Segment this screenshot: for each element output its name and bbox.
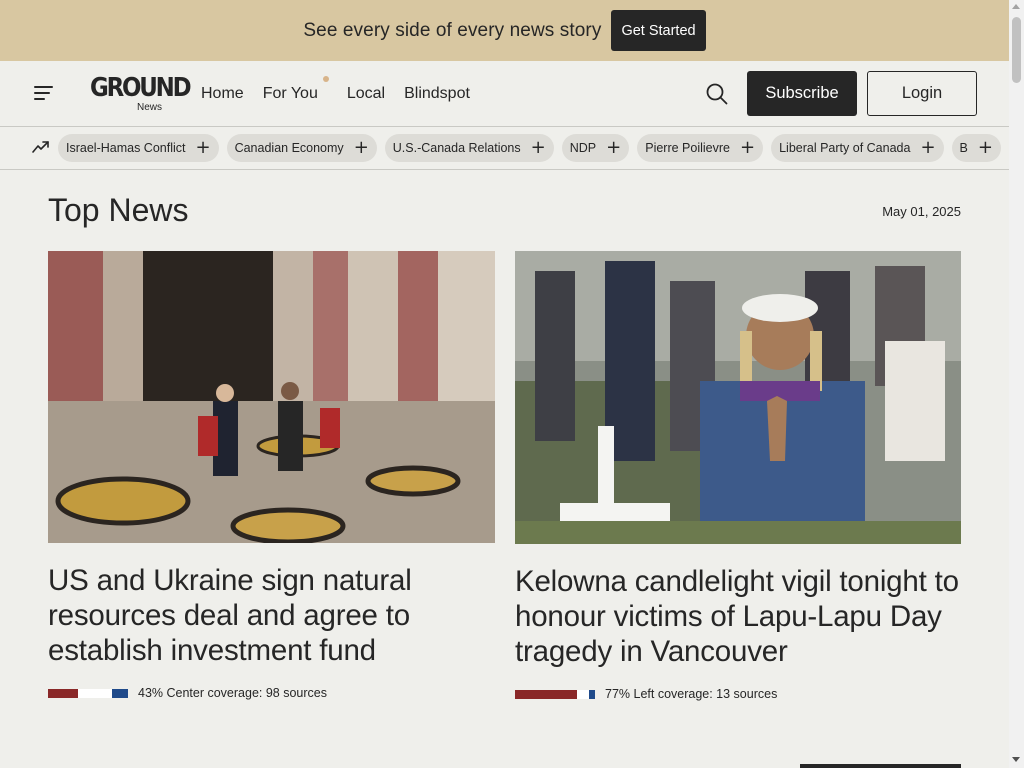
topic-label: NDP <box>569 141 597 155</box>
trending-icon <box>32 141 49 153</box>
topic-chip[interactable]: Canadian Economy + <box>226 134 377 162</box>
bias-center-segment <box>576 689 589 699</box>
next-section-edge <box>800 764 961 768</box>
nav-home[interactable]: Home <box>201 85 244 103</box>
plus-icon[interactable]: + <box>354 139 369 157</box>
bias-left-segment <box>48 688 78 698</box>
topic-chip[interactable]: Liberal Party of Canada + <box>771 134 944 162</box>
coverage-summary: 77% Left coverage: 13 sources <box>515 687 961 701</box>
story-title[interactable]: US and Ukraine sign natural resources de… <box>48 563 495 668</box>
login-button[interactable]: Login <box>867 71 977 116</box>
story-title[interactable]: Kelowna candlelight vigil tonight to hon… <box>515 564 961 669</box>
topic-label: B <box>959 141 968 155</box>
site-logo[interactable]: GROUND News <box>90 73 192 115</box>
story-card[interactable]: Kelowna candlelight vigil tonight to hon… <box>515 251 961 701</box>
plus-icon[interactable]: + <box>978 139 993 157</box>
story-image[interactable] <box>48 251 495 543</box>
logo-wordmark: GROUND <box>90 73 192 103</box>
scroll-thumb[interactable] <box>1012 17 1021 83</box>
search-icon[interactable] <box>705 82 729 106</box>
topics-bar: Israel-Hamas Conflict + Canadian Economy +… <box>0 127 1009 170</box>
topic-label: Canadian Economy <box>234 141 344 155</box>
subscribe-button[interactable]: Subscribe <box>747 71 857 116</box>
plus-icon[interactable]: + <box>195 139 210 157</box>
bias-bar <box>48 688 128 698</box>
topic-label: Israel-Hamas Conflict <box>66 141 186 155</box>
scroll-up-arrow-icon[interactable] <box>1012 4 1020 9</box>
coverage-text: 77% Left coverage: 13 sources <box>605 687 778 701</box>
bias-left-segment <box>515 689 577 699</box>
site-header: GROUND News Home For You Local Blindspot… <box>0 61 1009 127</box>
get-started-button[interactable]: Get Started <box>611 10 706 51</box>
scrollbar[interactable] <box>1009 0 1024 768</box>
plus-icon[interactable]: + <box>740 139 755 157</box>
page: See every side of every news story Get S… <box>0 0 1009 768</box>
topic-label: U.S.-Canada Relations <box>392 141 521 155</box>
coverage-text: 43% Center coverage: 98 sources <box>138 686 327 700</box>
topic-chip[interactable]: NDP + <box>561 134 630 162</box>
menu-icon[interactable] <box>34 86 53 100</box>
story-card[interactable]: US and Ukraine sign natural resources de… <box>48 251 495 700</box>
coverage-summary: 43% Center coverage: 98 sources <box>48 686 495 700</box>
bias-right-segment <box>111 688 128 698</box>
topic-label: Pierre Poilievre <box>645 141 730 155</box>
topic-chips: Israel-Hamas Conflict + Canadian Economy +… <box>58 134 1001 162</box>
nav-for-you[interactable]: For You <box>262 76 329 103</box>
nav-blindspot[interactable]: Blindspot <box>404 85 470 103</box>
bias-bar <box>515 689 595 699</box>
logo-subtitle: News <box>136 102 162 113</box>
section-date: May 01, 2025 <box>882 204 961 219</box>
plus-icon[interactable]: + <box>920 139 935 157</box>
section-header: Top News May 01, 2025 <box>48 192 961 232</box>
nav-for-you-label: For You <box>262 85 318 102</box>
topic-chip[interactable]: Israel-Hamas Conflict + <box>58 134 219 162</box>
notification-dot <box>322 76 329 82</box>
bias-right-segment <box>588 689 595 699</box>
bias-center-segment <box>77 688 112 698</box>
promo-text: See every side of every news story <box>303 19 602 41</box>
topic-label: Liberal Party of Canada <box>779 141 911 155</box>
topic-chip[interactable]: U.S.-Canada Relations + <box>384 134 554 162</box>
page-title: Top News <box>48 192 189 228</box>
plus-icon[interactable]: + <box>531 139 546 157</box>
scroll-down-arrow-icon[interactable] <box>1012 757 1020 762</box>
topic-chip[interactable]: B + <box>951 134 1001 162</box>
story-image[interactable] <box>515 251 961 544</box>
promo-banner: See every side of every news story Get S… <box>0 0 1009 61</box>
nav-local[interactable]: Local <box>347 85 385 103</box>
main-nav: Home For You Local Blindspot <box>201 61 489 127</box>
plus-icon[interactable]: + <box>606 139 621 157</box>
topic-chip[interactable]: Pierre Poilievre + <box>637 134 764 162</box>
